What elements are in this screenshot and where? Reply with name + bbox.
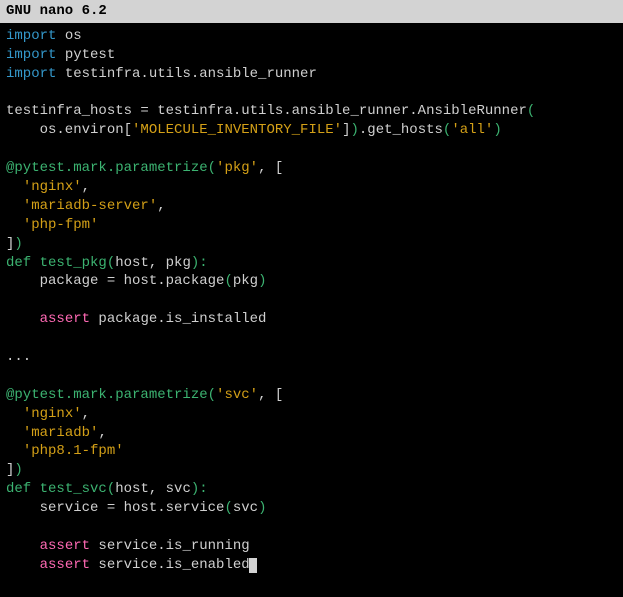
- paren: ):: [191, 255, 208, 271]
- paren: ): [350, 122, 358, 138]
- string-literal: 'MOLECULE_INVENTORY_FILE': [132, 122, 342, 138]
- app-title: GNU nano 6.2: [6, 2, 107, 21]
- code-text: svc: [233, 500, 258, 516]
- paren: (: [224, 273, 232, 289]
- code-text: testinfra_hosts = testinfra.utils.ansibl…: [6, 103, 527, 119]
- indent: [6, 311, 40, 327]
- string-literal: 'php-fpm': [23, 217, 99, 233]
- indent: [6, 443, 23, 459]
- indent: [6, 217, 23, 233]
- code-text: .get_hosts: [359, 122, 443, 138]
- comma: ,: [82, 406, 90, 422]
- code-text: service = host.service: [6, 500, 224, 516]
- paren: (: [527, 103, 535, 119]
- string-literal: 'mariadb-server': [23, 198, 157, 214]
- code-text: service.is_running: [90, 538, 250, 554]
- code-text: package = host.package: [6, 273, 224, 289]
- code-text: pkg: [233, 273, 258, 289]
- titlebar: GNU nano 6.2: [0, 0, 623, 23]
- paren: (: [107, 255, 115, 271]
- paren: ):: [191, 481, 208, 497]
- code-text: service.is_enabled: [90, 557, 250, 573]
- cursor: [249, 558, 257, 573]
- keyword-import: import: [6, 28, 56, 44]
- ellipsis: ...: [6, 349, 31, 365]
- params: host, pkg: [115, 255, 191, 271]
- paren: (: [107, 481, 115, 497]
- paren: ): [493, 122, 501, 138]
- code-text: os.environ[: [6, 122, 132, 138]
- paren: (: [208, 387, 216, 403]
- string-literal: 'nginx': [23, 406, 82, 422]
- string-literal: 'php8.1-fpm': [23, 443, 124, 459]
- module-name: testinfra.utils.ansible_runner: [56, 66, 316, 82]
- space: [31, 255, 39, 271]
- indent: [6, 406, 23, 422]
- keyword-assert: assert: [40, 538, 90, 554]
- keyword-import: import: [6, 66, 56, 82]
- keyword-def: def: [6, 255, 31, 271]
- code-text: , [: [258, 387, 283, 403]
- function-name: test_pkg: [40, 255, 107, 271]
- comma: ,: [82, 179, 90, 195]
- paren: ): [14, 462, 22, 478]
- comma: ,: [157, 198, 165, 214]
- module-name: pytest: [56, 47, 115, 63]
- keyword-import: import: [6, 47, 56, 63]
- string-literal: 'pkg': [216, 160, 258, 176]
- indent: [6, 179, 23, 195]
- indent: [6, 557, 40, 573]
- string-literal: 'all': [451, 122, 493, 138]
- paren: ): [258, 500, 266, 516]
- code-text: package.is_installed: [90, 311, 266, 327]
- keyword-assert: assert: [40, 311, 90, 327]
- string-literal: 'mariadb': [23, 425, 99, 441]
- function-name: test_svc: [40, 481, 107, 497]
- string-literal: 'svc': [216, 387, 258, 403]
- editor-area[interactable]: import os import pytest import testinfra…: [0, 23, 623, 579]
- params: host, svc: [115, 481, 191, 497]
- comma: ,: [98, 425, 106, 441]
- paren: (: [208, 160, 216, 176]
- paren: ): [258, 273, 266, 289]
- space: [31, 481, 39, 497]
- module-name: os: [56, 28, 81, 44]
- decorator: @pytest.mark.parametrize: [6, 160, 208, 176]
- paren: ): [14, 236, 22, 252]
- string-literal: 'nginx': [23, 179, 82, 195]
- indent: [6, 198, 23, 214]
- code-text: , [: [258, 160, 283, 176]
- paren: (: [224, 500, 232, 516]
- keyword-assert: assert: [40, 557, 90, 573]
- indent: [6, 538, 40, 554]
- decorator: @pytest.mark.parametrize: [6, 387, 208, 403]
- indent: [6, 425, 23, 441]
- keyword-def: def: [6, 481, 31, 497]
